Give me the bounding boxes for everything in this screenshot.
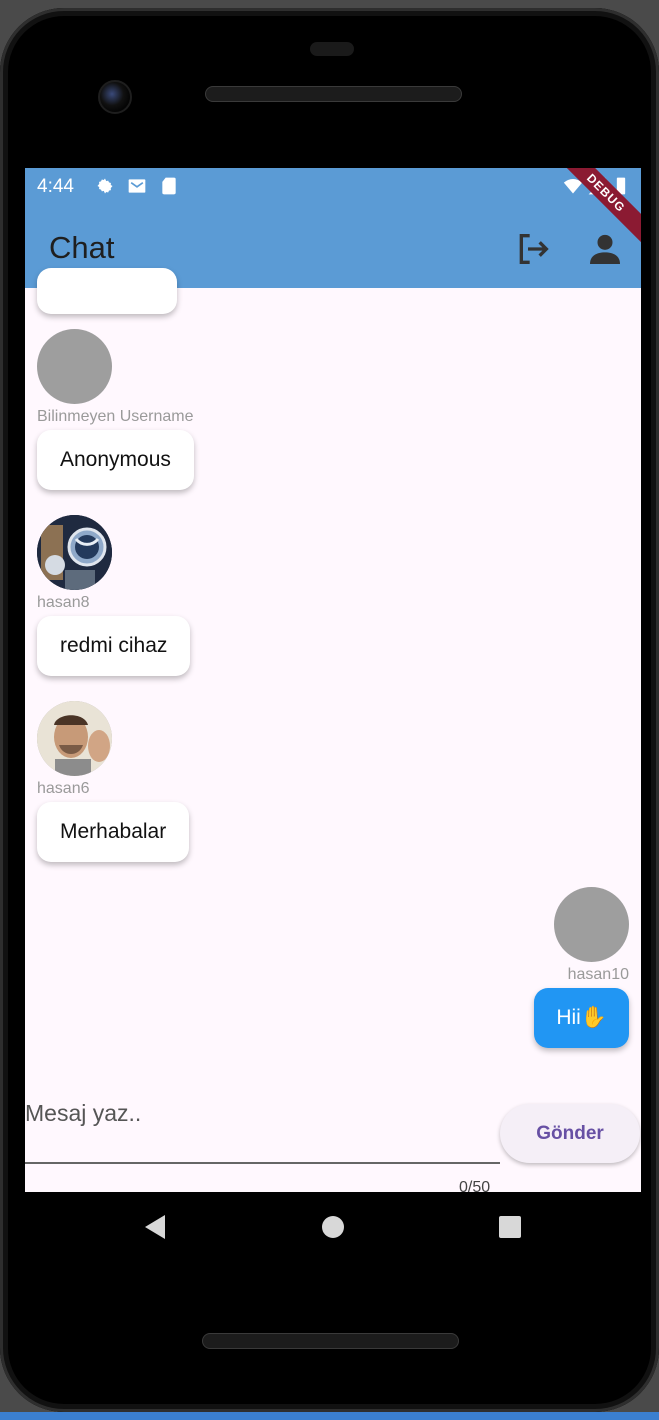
desktop-taskbar-strip <box>0 1412 659 1420</box>
page-title: Chat <box>49 230 115 265</box>
front-camera <box>98 80 132 114</box>
recents-icon[interactable] <box>499 1216 521 1238</box>
message-list[interactable]: Bilinmeyen Username Anonymous hasan8 red… <box>25 268 641 1068</box>
message-bubble-partial <box>37 268 177 314</box>
avatar <box>37 515 112 590</box>
avatar-selfie-image <box>37 701 112 776</box>
message-input[interactable]: Mesaj yaz.. <box>25 1088 500 1164</box>
input-underline <box>25 1162 500 1164</box>
character-counter: 0/50 <box>459 1179 491 1192</box>
status-bar: 4:44 <box>25 168 641 206</box>
back-icon[interactable] <box>145 1215 165 1239</box>
message-input-placeholder[interactable]: Mesaj yaz.. <box>25 1100 141 1127</box>
settings-icon <box>97 178 113 194</box>
message-bubble: Anonymous <box>37 430 194 490</box>
home-icon[interactable] <box>322 1216 344 1238</box>
avatar-space-image <box>37 515 112 590</box>
earpiece-speaker <box>205 86 462 102</box>
app-screen: 4:44 Chat DEBUG Bilinmeyen Username Anon… <box>25 168 641 1192</box>
profile-icon[interactable] <box>585 229 625 269</box>
phone-frame: 4:44 Chat DEBUG Bilinmeyen Username Anon… <box>0 8 659 1412</box>
message-username: hasan10 <box>567 966 629 983</box>
sd-card-icon <box>162 177 176 195</box>
message-username: hasan8 <box>37 594 90 611</box>
status-time: 4:44 <box>37 176 74 197</box>
message-bubble: Merhabalar <box>37 802 190 862</box>
avatar <box>37 701 112 776</box>
message-username: Bilinmeyen Username <box>37 408 194 425</box>
avatar <box>37 329 112 404</box>
bottom-speaker <box>202 1333 459 1349</box>
send-button[interactable]: Gönder <box>500 1104 640 1163</box>
my-message-bubble: Hii✋ <box>534 988 629 1048</box>
mail-icon <box>128 179 146 193</box>
message-bubble: redmi cihaz <box>37 616 191 676</box>
avatar <box>554 887 629 962</box>
message-username: hasan6 <box>37 780 90 797</box>
proximity-sensor <box>310 42 354 56</box>
logout-icon[interactable] <box>513 229 553 269</box>
system-nav-bar <box>25 1192 641 1262</box>
